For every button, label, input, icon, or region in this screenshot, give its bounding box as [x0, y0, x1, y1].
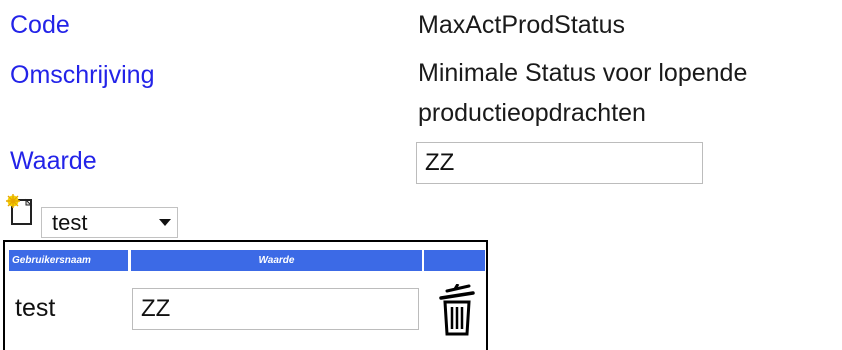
new-document-icon[interactable] — [5, 194, 35, 228]
user-values-grid: Gebruikersnaam Waarde test — [3, 240, 488, 350]
trash-icon[interactable] — [439, 284, 475, 336]
value-input[interactable] — [416, 142, 703, 184]
user-select[interactable]: test — [41, 207, 178, 238]
row-username: test — [15, 294, 56, 322]
chevron-down-icon — [159, 219, 171, 226]
description-line-2: productieopdrachten — [418, 99, 646, 127]
description-label: Omschrijving — [10, 61, 155, 89]
row-value-input[interactable] — [132, 288, 419, 330]
column-header-actions — [424, 250, 485, 271]
description-line-1: Minimale Status voor lopende — [418, 59, 748, 87]
column-header-username: Gebruikersnaam — [9, 250, 128, 271]
value-label: Waarde — [10, 147, 97, 175]
code-label: Code — [10, 11, 70, 39]
user-select-value: test — [52, 209, 88, 235]
code-value: MaxActProdStatus — [418, 11, 626, 39]
column-header-value: Waarde — [131, 250, 422, 271]
